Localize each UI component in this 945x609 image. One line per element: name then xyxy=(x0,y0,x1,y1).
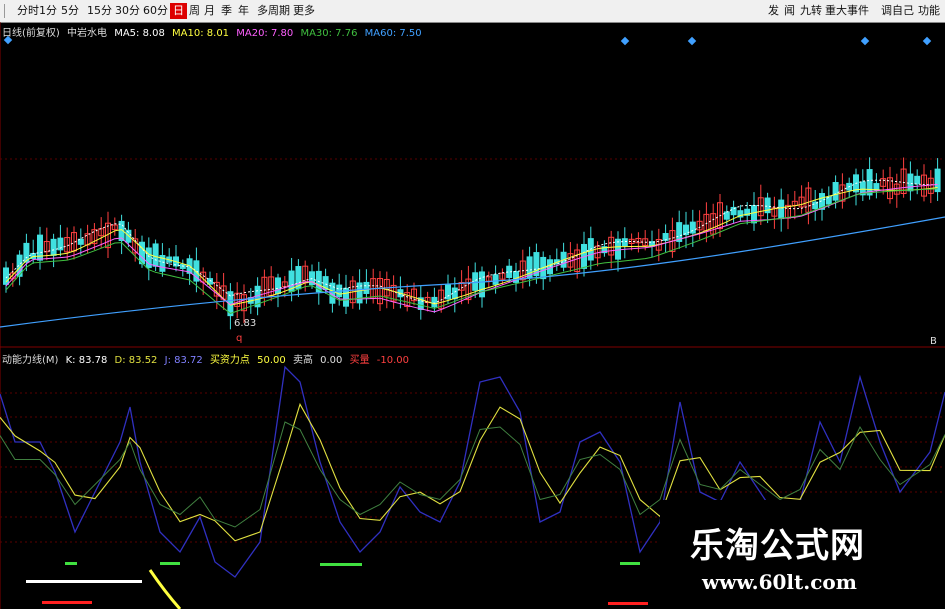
toolbar-right-button-5[interactable]: 功能 xyxy=(915,3,943,19)
period-tab-10[interactable]: 年 xyxy=(235,3,252,19)
legend-ma10: MA10: 8.01 xyxy=(172,28,230,39)
ma10-line xyxy=(5,187,938,306)
candle-body xyxy=(50,238,57,256)
sub-k: K: 83.78 xyxy=(65,355,108,366)
sell-signal-bar xyxy=(42,601,92,604)
diamond-marker-icon xyxy=(620,36,630,46)
axis-tag-right: B xyxy=(930,336,937,347)
candle-body xyxy=(832,182,839,201)
sub-line: 买量 xyxy=(349,355,370,366)
candle-body xyxy=(152,243,159,267)
legend-ma60: MA60: 7.50 xyxy=(364,28,422,39)
sub-buy: 买资力点 xyxy=(209,355,250,366)
sub-j: J: 83.72 xyxy=(164,355,203,366)
price-low-label: 6.83 xyxy=(234,318,257,329)
sub-indicator: 动能力线(M) xyxy=(2,355,59,366)
candle-body xyxy=(689,221,696,234)
legend-ma20: MA20: 7.80 xyxy=(236,28,294,39)
period-tab-11[interactable]: 多周期 xyxy=(254,3,293,19)
period-tab-9[interactable]: 季 xyxy=(218,3,235,19)
sell-signal-bar xyxy=(608,602,648,605)
candle-body xyxy=(139,241,145,265)
candle-body xyxy=(431,296,438,308)
buy-signal-bar xyxy=(620,562,640,565)
candle-body xyxy=(914,175,921,185)
candle-body xyxy=(873,183,880,191)
yellow-signal xyxy=(148,569,182,609)
legend-stock: 中岩水电 xyxy=(67,28,107,39)
toolbar-right-button-2[interactable]: 九转 xyxy=(797,3,825,19)
candle-body xyxy=(662,233,669,241)
candle-body xyxy=(907,173,914,192)
candle-body xyxy=(683,224,689,236)
period-tab-2[interactable]: 5分 xyxy=(58,3,82,19)
period-tab-4[interactable]: 30分 xyxy=(112,3,143,19)
sub-legend: 动能力线(M) K: 83.78 D: 83.52 J: 83.72 买资力点 … xyxy=(2,351,413,366)
price-low-marker: q xyxy=(236,333,243,344)
candle-body xyxy=(778,199,785,220)
toolbar-separator xyxy=(4,4,5,18)
period-tab-8[interactable]: 月 xyxy=(201,3,218,19)
candle-body xyxy=(621,238,628,247)
candle-body xyxy=(723,211,730,220)
period-tab-5[interactable]: 60分 xyxy=(140,3,171,19)
ma60-line xyxy=(0,216,945,328)
main-legend: 日线(前复权) 中岩水电 MA5: 8.08 MA10: 8.01 MA20: … xyxy=(2,24,426,39)
toolbar-right-button-0[interactable]: 发 xyxy=(765,3,782,19)
watermark: 乐淘公式网 www.60lt.com xyxy=(660,500,945,609)
period-tab-12[interactable]: 更多 xyxy=(290,3,318,19)
buy-signal-bar xyxy=(160,562,180,565)
sub-sell-val: 0.00 xyxy=(320,355,343,366)
candle-body xyxy=(445,284,451,300)
sub-buy-val: 50.00 xyxy=(257,355,286,366)
sub-line-val: -10.00 xyxy=(376,355,410,366)
toolbar-right-button-1[interactable]: 闻 xyxy=(781,3,798,19)
watermark-title: 乐淘公式网 xyxy=(690,526,865,566)
buy-signal-bar xyxy=(320,563,362,566)
ma5-line xyxy=(5,179,938,304)
diamond-marker-icon xyxy=(922,36,932,46)
sub-d: D: 83.52 xyxy=(114,355,158,366)
sub-sell: 卖高 xyxy=(292,355,313,366)
diamond-marker-icon xyxy=(860,36,870,46)
legend-ma30: MA30: 7.76 xyxy=(300,28,358,39)
candle-body xyxy=(275,277,281,295)
legend-ma5: MA5: 8.08 xyxy=(114,28,165,39)
period-tab-1[interactable]: 1分 xyxy=(36,3,60,19)
white-signal-bar xyxy=(26,580,142,583)
period-toolbar: 分时 1分 5分 15分 30分 60分日周月季年多周期 更多发闻九转 重大事件 调自己 功能 xyxy=(0,0,945,23)
toolbar-right-button-3[interactable]: 重大事件 xyxy=(822,3,872,19)
watermark-url: www.60lt.com xyxy=(702,570,857,594)
candle-body xyxy=(451,287,458,300)
candle-body xyxy=(492,274,499,285)
legend-indicator: 日线(前复权) xyxy=(2,28,60,39)
period-tab-6[interactable]: 日 xyxy=(170,3,187,19)
candle-body xyxy=(363,281,370,294)
diamond-marker-icon xyxy=(687,36,697,46)
buy-signal-bar xyxy=(65,562,77,565)
toolbar-right-button-4[interactable]: 调自己 xyxy=(878,3,917,19)
candle-body xyxy=(547,259,553,275)
period-tab-3[interactable]: 15分 xyxy=(84,3,115,19)
